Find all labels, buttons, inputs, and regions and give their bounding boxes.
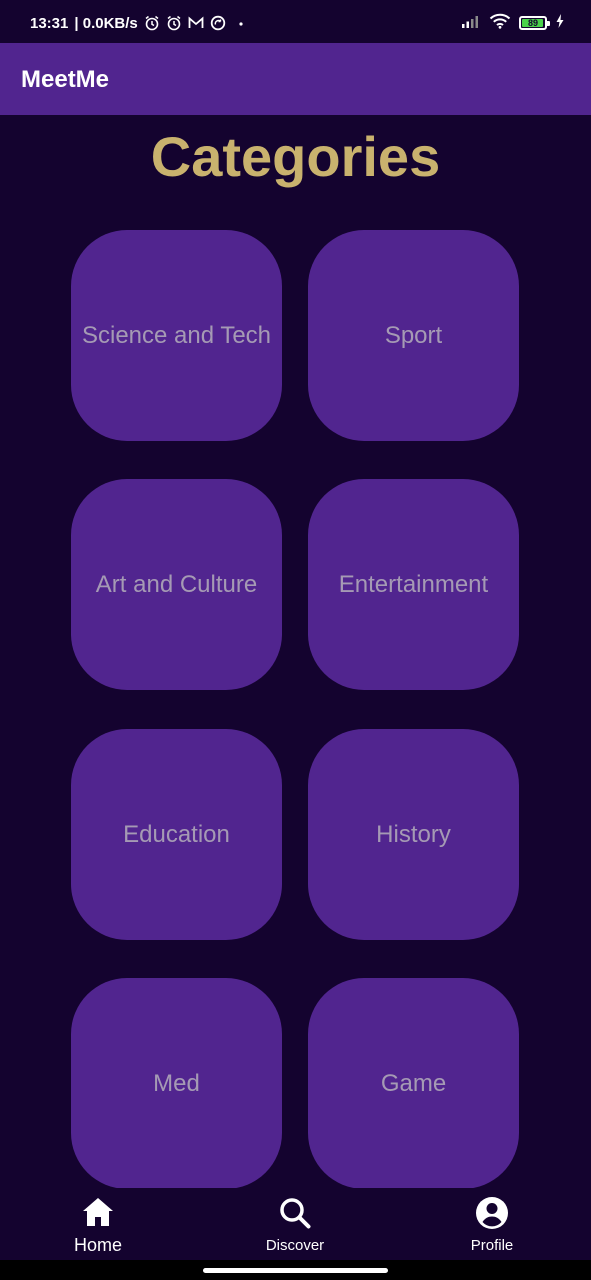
category-label: Education: [123, 820, 230, 848]
status-time: 13:31: [30, 14, 69, 32]
battery-level: 89: [527, 18, 538, 28]
battery-icon: 89: [519, 16, 550, 30]
category-card-med[interactable]: Med: [71, 978, 282, 1189]
dot-icon: [232, 15, 246, 31]
search-icon: [278, 1196, 312, 1235]
category-card-sport[interactable]: Sport: [308, 230, 519, 441]
category-label: Art and Culture: [95, 570, 258, 598]
network-speed: | 0.0KB/s: [74, 14, 138, 32]
nav-item-profile[interactable]: Profile: [462, 1196, 522, 1256]
bottom-navigation: Home Discover Profile: [0, 1188, 591, 1260]
category-card-art-and-culture[interactable]: Art and Culture: [71, 479, 282, 690]
category-label: Science and Tech: [81, 321, 272, 349]
category-label: Entertainment: [338, 570, 489, 598]
category-card-entertainment[interactable]: Entertainment: [308, 479, 519, 690]
category-label: Sport: [384, 321, 443, 349]
category-label: Game: [380, 1069, 447, 1097]
wifi-icon: [489, 13, 511, 34]
app-bar: MeetMe: [0, 43, 591, 115]
page-title: Categories: [150, 125, 441, 188]
home-indicator[interactable]: [203, 1268, 388, 1273]
nav-label-home: Home: [73, 1235, 122, 1255]
nav-label-discover: Discover: [265, 1237, 325, 1254]
account-circle-icon: [475, 1196, 509, 1235]
gmail-icon: [188, 16, 204, 30]
category-card-history[interactable]: History: [308, 729, 519, 940]
category-card-game[interactable]: Game: [308, 978, 519, 1189]
sync-icon: [210, 15, 226, 31]
nav-item-home[interactable]: Home: [68, 1196, 128, 1256]
status-bar: 13:31 | 0.0KB/s 89: [0, 0, 591, 43]
category-card-education[interactable]: Education: [71, 729, 282, 940]
nav-item-discover[interactable]: Discover: [255, 1196, 335, 1256]
alarm-icon: [144, 15, 160, 31]
status-right: 89: [461, 12, 565, 34]
battery-tip: [547, 21, 550, 26]
status-left: 13:31 | 0.0KB/s: [30, 13, 246, 33]
home-icon: [81, 1196, 115, 1233]
alarm-icon: [166, 15, 182, 31]
nav-label-profile: Profile: [470, 1237, 514, 1254]
signal-icon: [461, 13, 481, 34]
category-label: History: [376, 820, 451, 848]
category-label: Med: [153, 1069, 200, 1097]
system-navigation-area: [0, 1260, 591, 1280]
category-card-science-and-tech[interactable]: Science and Tech: [71, 230, 282, 441]
charging-icon: [555, 13, 565, 34]
app-title: MeetMe: [21, 66, 110, 93]
